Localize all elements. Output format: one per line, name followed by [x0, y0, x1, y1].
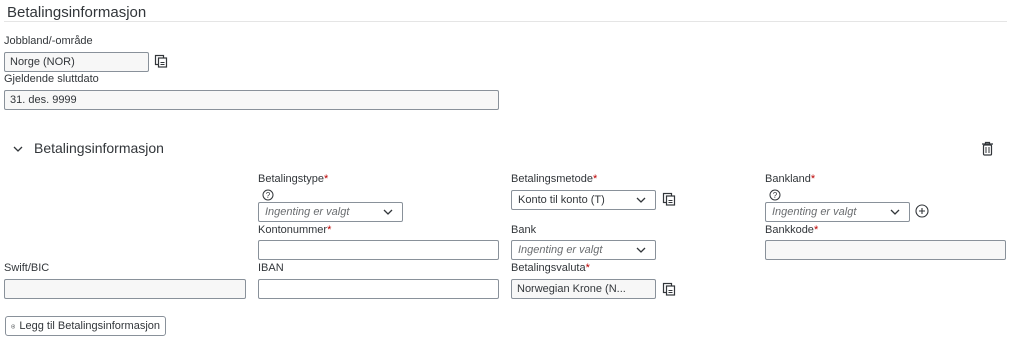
payment-method-select[interactable]: Konto til konto (T) [511, 190, 656, 210]
chevron-down-icon [890, 209, 900, 215]
end-date-label: Gjeldende sluttdato [4, 73, 99, 85]
bank-label: Bank [511, 224, 537, 236]
trash-icon[interactable] [981, 141, 994, 161]
add-circle-icon[interactable] [915, 204, 929, 223]
payment-type-select[interactable]: Ingenting er valgt [258, 202, 403, 222]
svg-text:?: ? [773, 191, 778, 200]
bank-country-label: Bankland* [765, 173, 816, 185]
end-date-field: 31. des. 9999 [4, 90, 499, 110]
job-country-field: Norge (NOR) [4, 52, 149, 72]
chevron-down-icon [636, 247, 646, 253]
account-number-label: Kontonummer* [258, 224, 332, 236]
add-button-label: Legg til Betalingsinformasjon [19, 320, 160, 332]
iban-input[interactable] [258, 279, 499, 299]
payment-type-label: Betalingstype* [258, 173, 329, 185]
iban-label: IBAN [258, 262, 284, 274]
chevron-down-icon [383, 209, 393, 215]
currency-field: Norwegian Krone (N... [511, 279, 656, 299]
payment-method-label: Betalingsmetode* [511, 173, 598, 185]
svg-text:?: ? [266, 191, 271, 200]
job-country-label: Jobbland/-område [4, 35, 93, 47]
swift-label: Swift/BIC [4, 262, 50, 274]
add-payment-info-button[interactable]: Legg til Betalingsinformasjon [5, 316, 166, 336]
copy-icon[interactable] [154, 54, 168, 73]
swift-field [4, 279, 246, 299]
section-title: Betalingsinformasjon [7, 4, 147, 21]
bank-country-select[interactable]: Ingenting er valgt [765, 202, 910, 222]
chevron-down-icon[interactable] [12, 142, 24, 160]
section-divider [4, 21, 1007, 22]
chevron-down-icon [636, 197, 646, 203]
bank-code-label: Bankkode* [765, 224, 819, 236]
add-circle-icon [11, 323, 16, 329]
bank-select[interactable]: Ingenting er valgt [511, 240, 656, 260]
payment-subsection-title: Betalingsinformasjon [34, 140, 164, 156]
copy-icon[interactable] [662, 282, 676, 301]
copy-icon[interactable] [662, 192, 676, 211]
account-number-input[interactable] [258, 240, 499, 260]
currency-label: Betalingsvaluta* [511, 262, 590, 274]
bank-code-field [765, 240, 1006, 260]
